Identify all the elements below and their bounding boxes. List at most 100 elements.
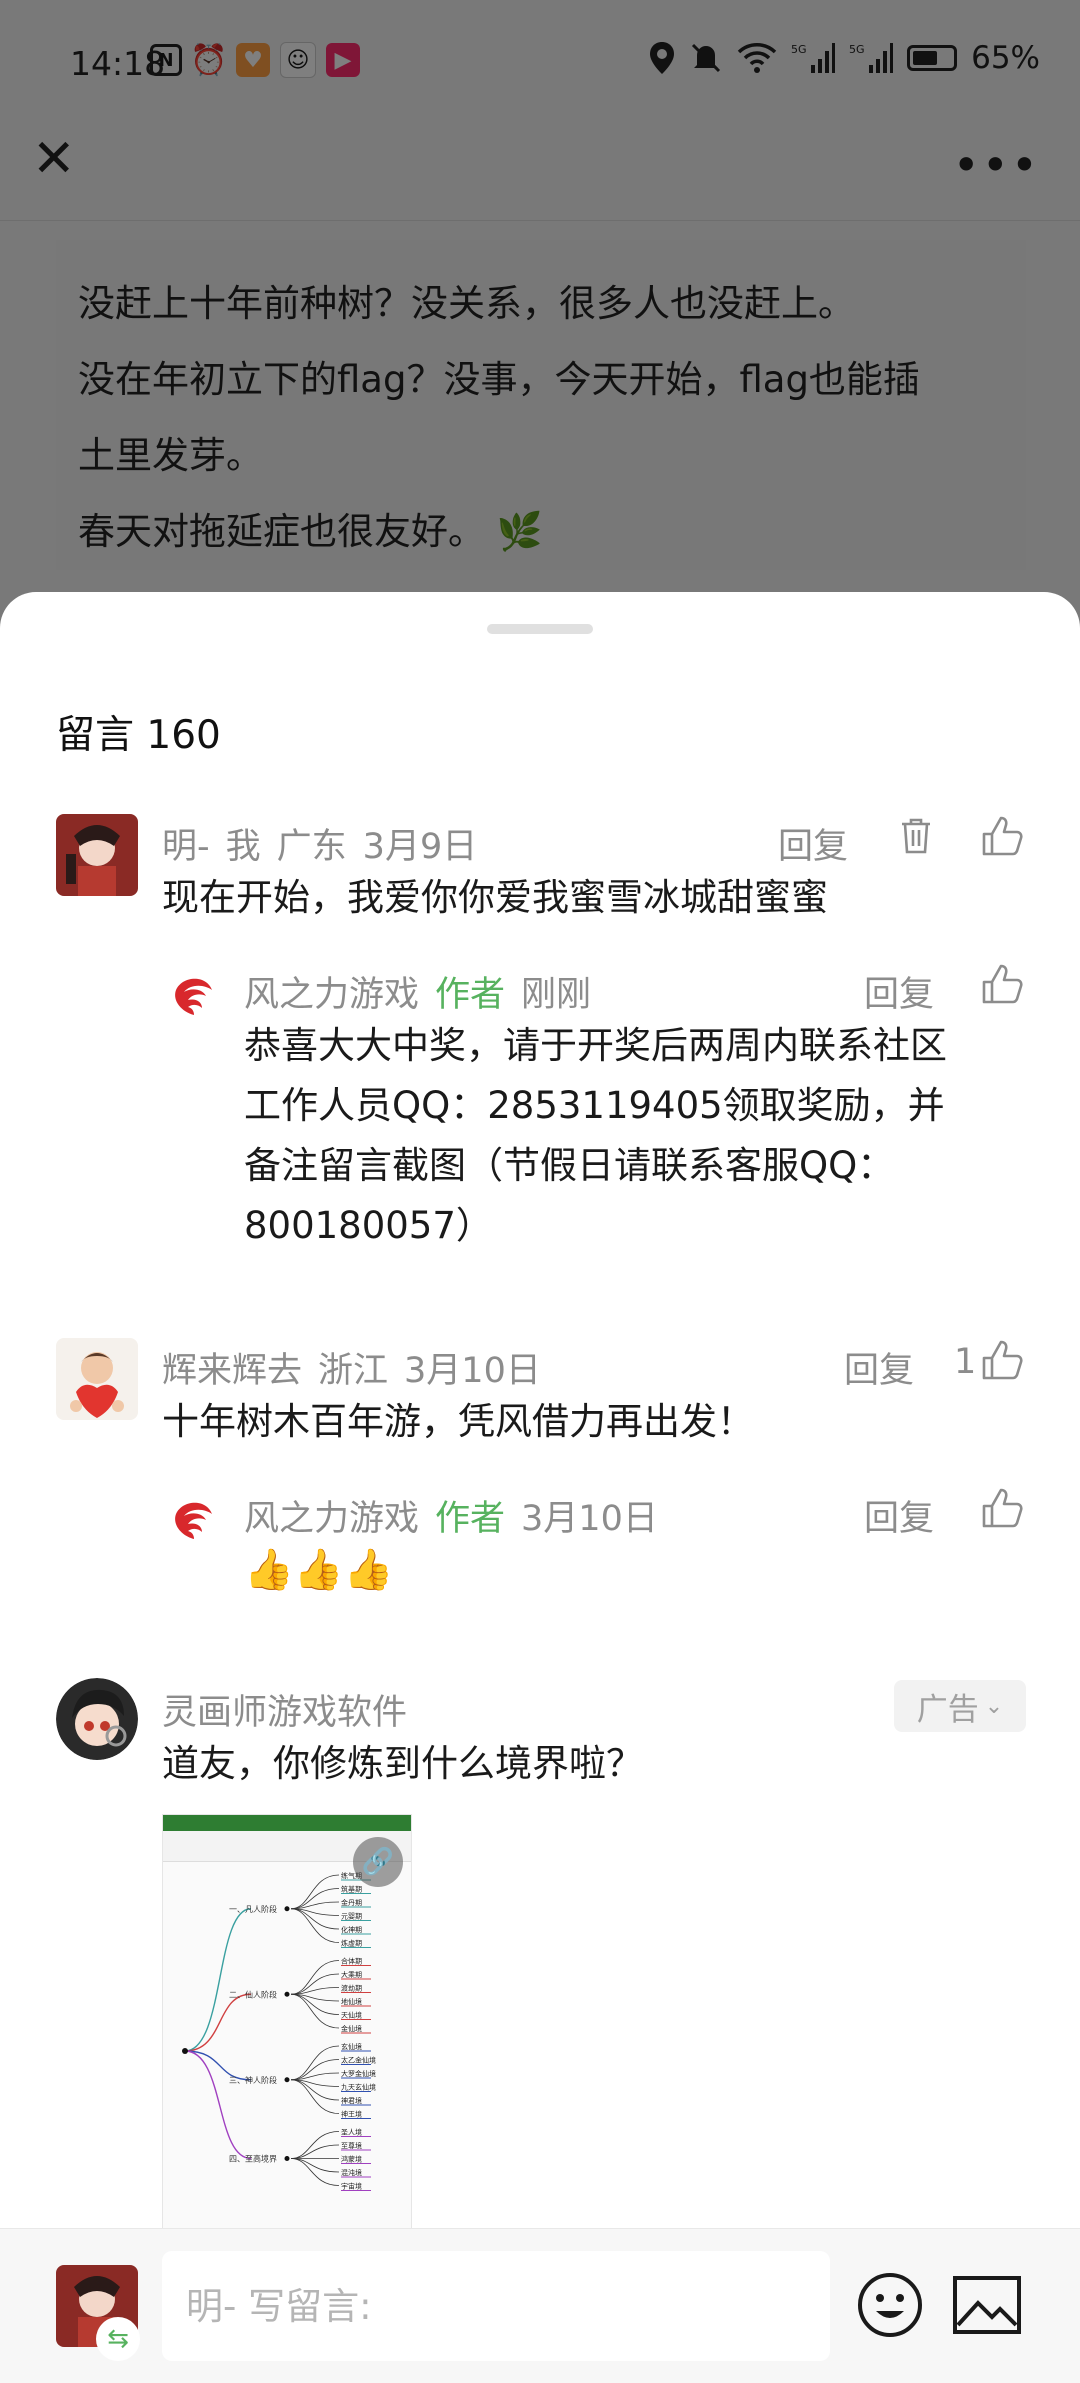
mindmap-node-dot bbox=[284, 1991, 290, 1997]
mindmap-leaf-label: 鸿蒙境 bbox=[341, 2155, 362, 2164]
comment-text: 十年树木百年游，凭风借力再出发！ bbox=[162, 1400, 754, 1443]
reply-author[interactable]: 风之力游戏 bbox=[244, 1499, 419, 1539]
comment-location: 浙江 bbox=[318, 1351, 389, 1391]
comment-input[interactable] bbox=[162, 2251, 830, 2361]
comment-location: 广东 bbox=[276, 827, 347, 867]
comment-author[interactable]: 灵画师游戏软件 bbox=[162, 1693, 407, 1733]
reply-text-line: 工作人员QQ：2853119405领取奖励，并 bbox=[244, 1084, 945, 1127]
comment-meta: 辉来辉去 浙江 3月10日 bbox=[162, 1342, 557, 1393]
mindmap-leaf-label: 金丹期 bbox=[341, 1898, 362, 1907]
mindmap-leaf-label: 炼虚期 bbox=[341, 1939, 362, 1948]
mindmap-leaf-label: 宇宙境 bbox=[341, 2182, 362, 2191]
mindmap-leaf-label: 圣人境 bbox=[341, 2128, 362, 2137]
like-icon[interactable] bbox=[980, 814, 1024, 858]
ad-image[interactable]: 一、凡人阶段 练气期 筑基期 金丹期 元婴期 化神期 炼虚期 二、仙人阶段 合体期 大乘期 渡劫期地… bbox=[162, 1814, 412, 2236]
mindmap-leaf-connector bbox=[290, 1993, 340, 2015]
avatar[interactable] bbox=[56, 1678, 138, 1760]
like-icon[interactable] bbox=[980, 1486, 1024, 1530]
comment-meta: 明- 我广东 3月9日 bbox=[162, 818, 493, 869]
link-icon: 🔗 bbox=[353, 1837, 403, 1887]
comment-date: 3月9日 bbox=[362, 827, 478, 867]
comment-meta: 灵画师游戏软件 bbox=[162, 1684, 423, 1735]
ad-label: 广告 bbox=[916, 1691, 979, 1728]
mindmap-node-dot bbox=[284, 2077, 290, 2083]
mindmap-node-dot bbox=[284, 1906, 290, 1912]
switch-account-icon[interactable]: ⇆ bbox=[96, 2317, 140, 2361]
reply-button[interactable]: 回复 bbox=[864, 966, 934, 1017]
mindmap-leaf-connector bbox=[290, 2045, 340, 2081]
mindmap-leaf-connector bbox=[290, 2079, 340, 2114]
mindmap-leaf-connector bbox=[290, 1874, 340, 1910]
like-icon[interactable] bbox=[980, 962, 1024, 1006]
reply-button[interactable]: 回复 bbox=[864, 1490, 934, 1541]
chevron-down-icon: ⌄ bbox=[984, 1693, 1004, 1719]
mindmap-leaf-label: 大乘期 bbox=[341, 1970, 362, 1979]
mindmap-diagram: 一、凡人阶段练气期筑基期金丹期元婴期化神期炼虚期二、仙人阶段合体期大乘期渡劫期地… bbox=[182, 1871, 376, 2191]
comment-text: 现在开始，我爱你你爱我蜜雪冰城甜蜜蜜 bbox=[162, 876, 828, 919]
mindmap-leaf-label: 混沌境 bbox=[341, 2168, 362, 2177]
mindmap-leaf-connector bbox=[290, 2158, 340, 2173]
mindmap-leaf-connector bbox=[290, 1888, 340, 1910]
mindmap-stage-label: 三、神人阶段 bbox=[229, 2075, 277, 2085]
reply-text-line: 恭喜大大中奖，请于开奖后两周内联系社区 bbox=[244, 1024, 947, 1067]
comment-author[interactable]: 明- bbox=[162, 827, 210, 867]
comment-text: 道友，你修炼到什么境界啦？ bbox=[162, 1742, 643, 1785]
image-icon[interactable] bbox=[952, 2275, 1022, 2335]
avatar[interactable] bbox=[56, 1338, 138, 1420]
mindmap-leaf-label: 地仙境 bbox=[341, 1997, 362, 2006]
reply-text-line: 备注留言截图（节假日请联系客服QQ： bbox=[244, 1144, 895, 1187]
reply-meta: 风之力游戏 作者 3月10日 bbox=[244, 1490, 674, 1541]
mindmap-node-dot bbox=[284, 2156, 290, 2161]
mindmap-stage-label: 二、仙人阶段 bbox=[229, 1989, 277, 1999]
mindmap-leaf-label: 太乙金仙境 bbox=[341, 2056, 376, 2065]
emoji-icon[interactable] bbox=[856, 2271, 924, 2339]
mindmap-branch bbox=[184, 2050, 252, 2160]
reply-text: 👍👍👍 bbox=[244, 1547, 394, 1593]
author-tag: 作者 bbox=[435, 1499, 506, 1539]
image-ribbon bbox=[163, 1815, 411, 1831]
sheet-drag-handle[interactable] bbox=[487, 624, 593, 634]
comments-count-header: 留言 160 bbox=[56, 704, 221, 760]
ad-badge[interactable]: 广告 ⌄ bbox=[894, 1680, 1026, 1732]
author-tag: 作者 bbox=[435, 975, 506, 1015]
mindmap-root-dot bbox=[182, 2048, 188, 2054]
like-icon[interactable] bbox=[980, 1338, 1024, 1382]
reply-author[interactable]: 风之力游戏 bbox=[244, 975, 419, 1015]
reply-date: 刚刚 bbox=[521, 975, 592, 1015]
mindmap-branch bbox=[184, 1908, 252, 2052]
mindmap-leaf-connector bbox=[290, 2059, 340, 2081]
mindmap-leaf-label: 化神期 bbox=[341, 1925, 362, 1934]
mindmap-leaf-label: 金仙境 bbox=[341, 2024, 362, 2033]
mindmap-leaf-label: 至尊境 bbox=[341, 2141, 362, 2150]
mindmap-leaf-label: 筑基期 bbox=[341, 1885, 362, 1894]
mindmap-leaf-label: 渡劫期 bbox=[341, 1984, 362, 1993]
mindmap-leaf-connector bbox=[290, 2144, 340, 2159]
mindmap-leaf-label: 玄仙境 bbox=[341, 2042, 362, 2051]
mindmap-leaf-label: 元婴期 bbox=[341, 1913, 362, 1921]
mindmap-leaf-connector bbox=[290, 1960, 340, 1995]
delete-icon[interactable] bbox=[894, 814, 938, 858]
author-avatar[interactable] bbox=[166, 970, 222, 1026]
mindmap-stage-label: 四、至高境界 bbox=[229, 2154, 277, 2164]
avatar[interactable] bbox=[56, 814, 138, 896]
like-count: 1 bbox=[954, 1342, 977, 1382]
mindmap-branch bbox=[184, 1993, 252, 2052]
comments-count: 160 bbox=[146, 713, 221, 758]
comments-sheet: 留言 160 明- 我广东 3月9日 回复 现在开始，我爱你你爱我蜜雪冰城甜蜜蜜 风… bbox=[0, 592, 1080, 2382]
reply-text-line: 800180057） bbox=[244, 1204, 493, 1247]
reply-date: 3月10日 bbox=[521, 1499, 658, 1539]
mindmap-leaf-connector bbox=[290, 2079, 340, 2101]
author-avatar[interactable] bbox=[166, 1494, 222, 1550]
comment-date: 3月10日 bbox=[404, 1351, 541, 1391]
reply-text: 恭喜大大中奖，请于开奖后两周内联系社区 工作人员QQ：2853119405领取奖… bbox=[244, 1016, 1034, 1256]
reply-button[interactable]: 回复 bbox=[778, 818, 848, 869]
mindmap-leaf-label: 神王境 bbox=[341, 2110, 362, 2119]
mindmap-leaf-label: 大罗金仙境 bbox=[341, 2069, 376, 2078]
comment-author[interactable]: 辉来辉去 bbox=[162, 1351, 302, 1391]
self-tag: 我 bbox=[225, 827, 261, 867]
comments-label: 留言 bbox=[56, 713, 135, 758]
mindmap-leaf-connector bbox=[290, 1908, 340, 1943]
mindmap-leaf-label: 九天玄仙境 bbox=[341, 2083, 376, 2092]
reply-button[interactable]: 回复 bbox=[844, 1342, 914, 1393]
comment-input-bar: ⇆ bbox=[0, 2228, 1080, 2383]
